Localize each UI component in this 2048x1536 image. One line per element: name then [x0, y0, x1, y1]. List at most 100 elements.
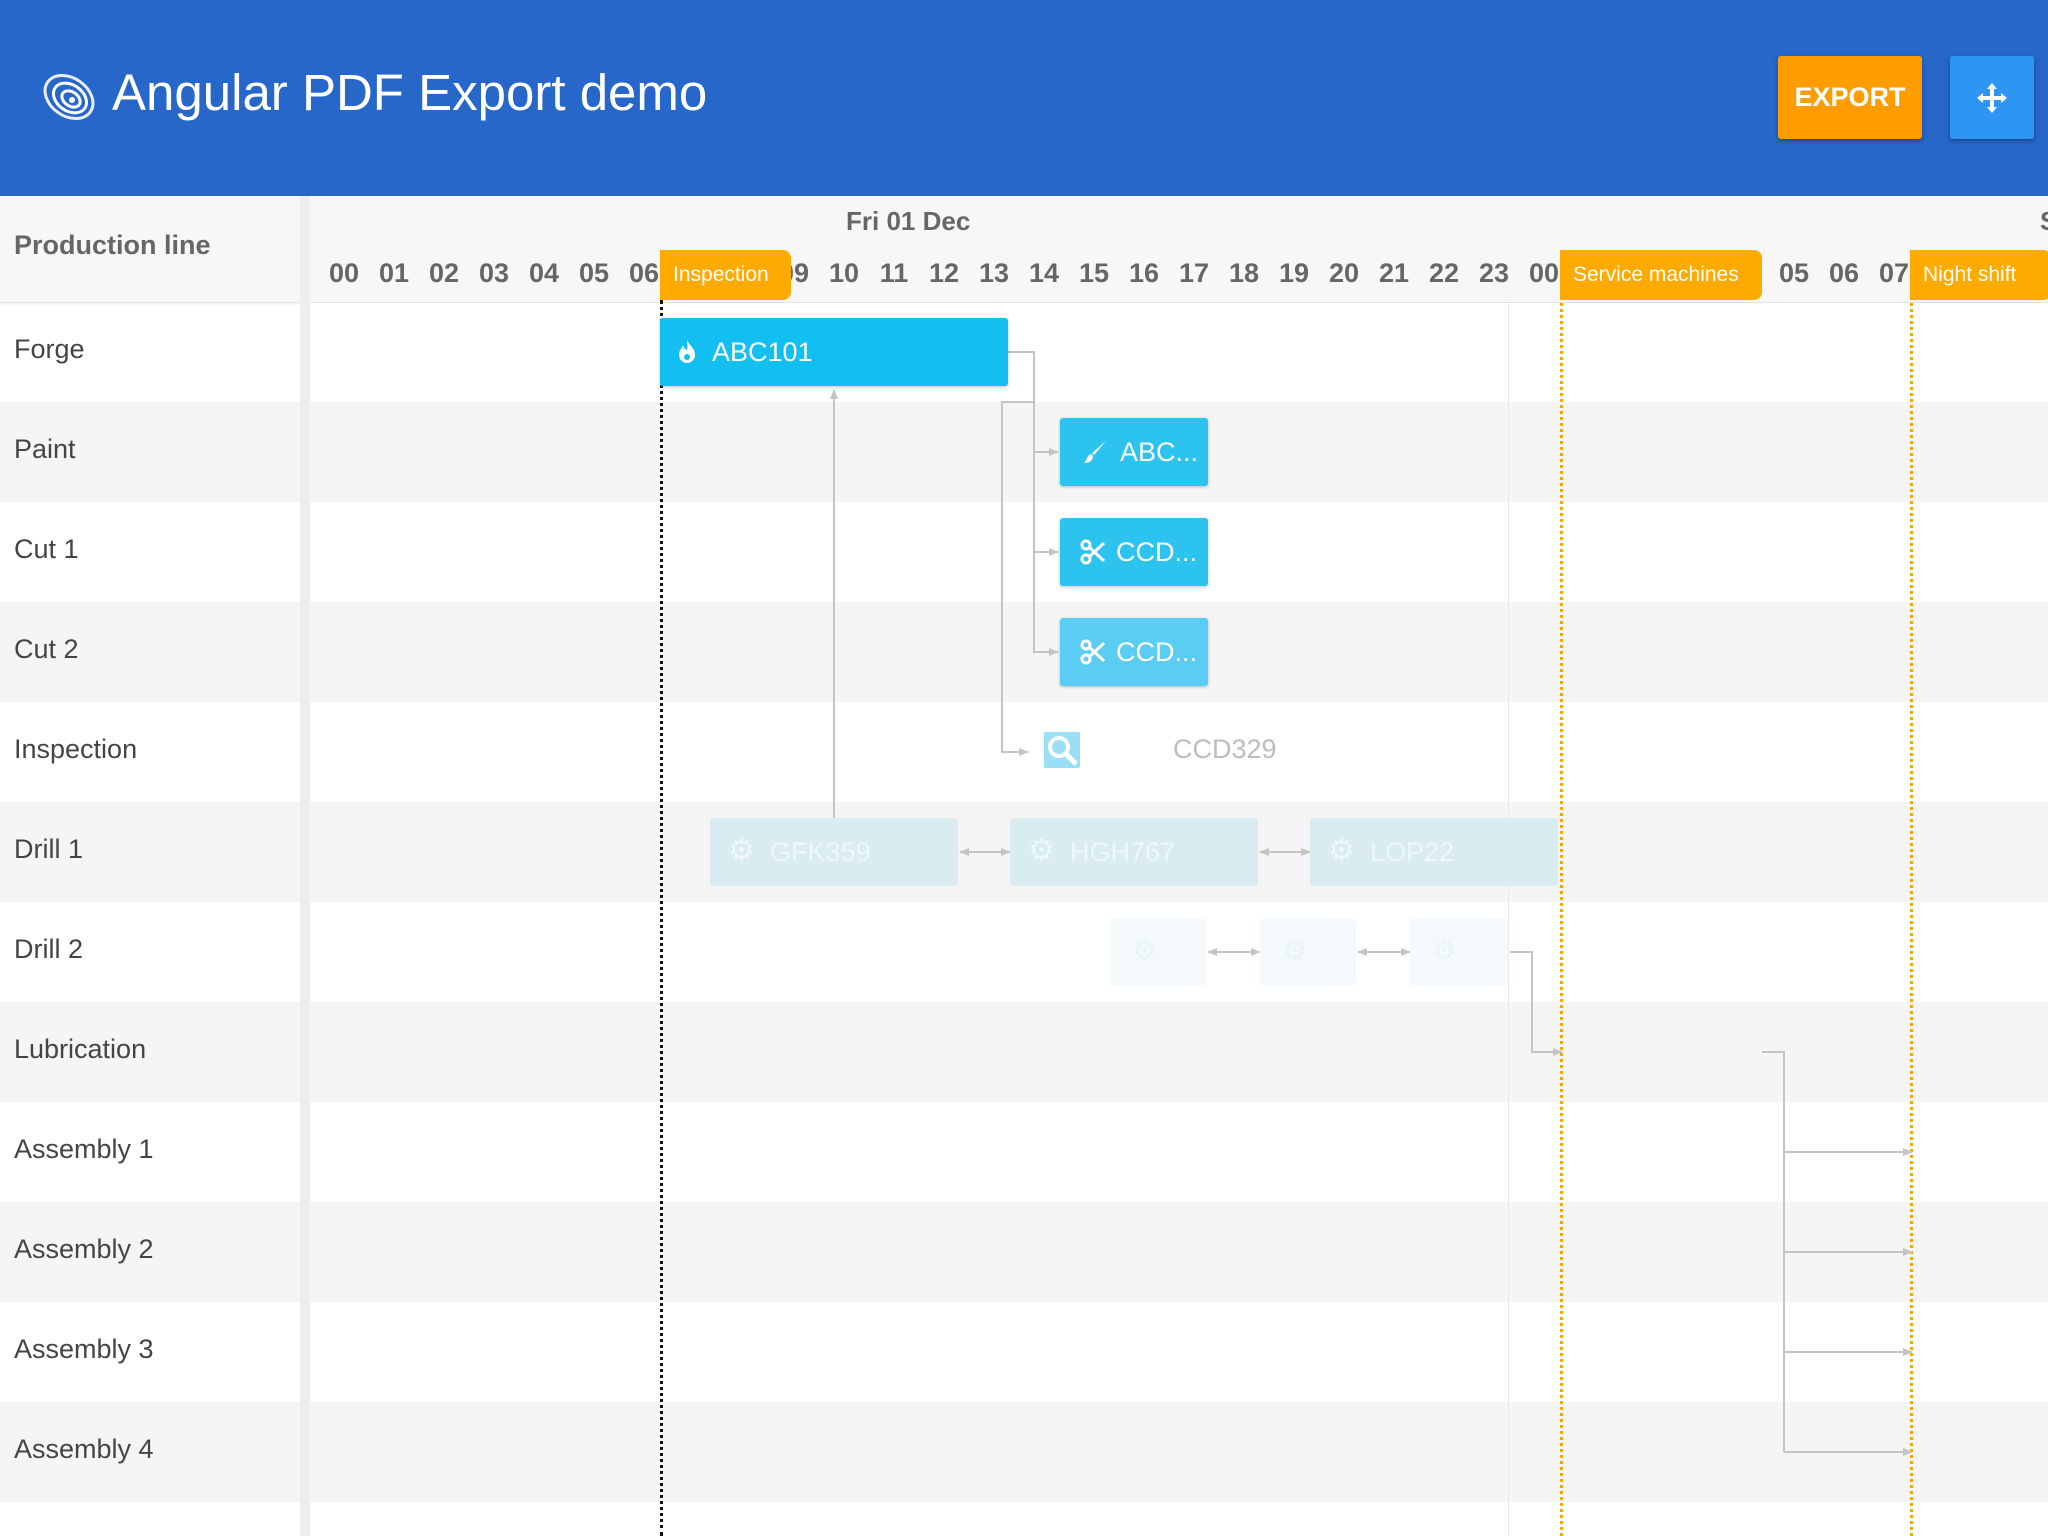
- brush-icon: [1084, 441, 1106, 463]
- row-label: Assembly 3: [14, 1334, 154, 1364]
- grid-row[interactable]: Assembly 1: [0, 1102, 300, 1202]
- hour-tick: 05: [1778, 258, 1810, 288]
- event-lop22[interactable]: ⚙ LOP22: [1310, 818, 1558, 886]
- scissors-icon: [1080, 639, 1106, 665]
- row-label: Forge: [14, 334, 85, 364]
- gear-icon: ⚙: [1432, 935, 1458, 966]
- event-paint[interactable]: ABC...: [1060, 418, 1208, 486]
- gear-icon: ⚙: [1282, 935, 1308, 966]
- row-label: Cut 2: [14, 634, 79, 664]
- hour-tick: 01: [378, 258, 410, 288]
- event-label: LOP22: [1370, 837, 1455, 867]
- event-cut1[interactable]: CCD...: [1060, 518, 1208, 586]
- schedule-row[interactable]: [310, 302, 2048, 402]
- hour-tick: 12: [928, 258, 960, 288]
- zone-line-service-machines: [1560, 250, 1563, 1536]
- row-label: Assembly 2: [14, 1234, 154, 1264]
- hour-tick: 02: [428, 258, 460, 288]
- hour-tick: 10: [828, 258, 860, 288]
- schedule-row[interactable]: [310, 1302, 2048, 1402]
- magnifier-icon: [1048, 736, 1078, 766]
- grid-row[interactable]: Inspection: [0, 702, 300, 802]
- event-cut2[interactable]: CCD...: [1060, 618, 1208, 686]
- zone-tag-night-shift[interactable]: Night shift: [1910, 250, 2048, 300]
- hour-tick: 03: [478, 258, 510, 288]
- event-drill2-b[interactable]: ⚙: [1260, 918, 1356, 986]
- move-arrows-icon: [1977, 82, 2007, 113]
- row-label: Cut 1: [14, 534, 79, 564]
- hour-tick: 13: [978, 258, 1010, 288]
- event-abc101[interactable]: ABC101: [660, 318, 1008, 386]
- event-drill2-c[interactable]: ⚙: [1410, 918, 1508, 986]
- hour-tick: 18: [1228, 258, 1260, 288]
- flame-icon: [679, 340, 695, 363]
- grid-row[interactable]: Assembly 3: [0, 1302, 300, 1402]
- event-label: CCD...: [1116, 537, 1197, 567]
- gear-icon: ⚙: [1028, 834, 1055, 867]
- hour-tick: 05: [578, 258, 610, 288]
- event-label: CCD...: [1116, 637, 1197, 667]
- schedule-row[interactable]: [310, 1002, 2048, 1102]
- scissors-icon: [1080, 539, 1106, 565]
- grid-row[interactable]: Assembly 4: [0, 1402, 300, 1502]
- hour-tick: 22: [1428, 258, 1460, 288]
- event-label: ABC...: [1120, 437, 1199, 467]
- day-divider: [1508, 302, 1509, 1536]
- schedule-row[interactable]: [310, 1102, 2048, 1202]
- grid-splitter[interactable]: [300, 196, 310, 1536]
- zone-tag-inspection[interactable]: Inspection: [660, 250, 791, 300]
- event-label: HGH767: [1070, 837, 1176, 867]
- row-label: Paint: [14, 434, 76, 464]
- row-label: Assembly 4: [14, 1434, 154, 1464]
- app-title: Angular PDF Export demo: [112, 64, 708, 121]
- event-label-inspection: CCD329: [1173, 734, 1277, 764]
- hour-tick: 19: [1278, 258, 1310, 288]
- grid-row[interactable]: Cut 1: [0, 502, 300, 602]
- move-button[interactable]: [1950, 56, 2034, 139]
- row-label: Lubrication: [14, 1034, 147, 1064]
- grid-row[interactable]: Drill 2: [0, 902, 300, 1002]
- swirl-logo-icon: [43, 73, 95, 121]
- hour-tick: 11: [879, 258, 909, 288]
- row-label: Drill 2: [14, 934, 84, 964]
- grid-row[interactable]: Assembly 2: [0, 1202, 300, 1302]
- gear-icon: ⚙: [728, 834, 755, 867]
- column-header-production-line[interactable]: Production line: [14, 230, 211, 261]
- hour-tick: 06: [1828, 258, 1860, 288]
- gear-icon: ⚙: [1132, 935, 1158, 966]
- grid-row[interactable]: Cut 2: [0, 602, 300, 702]
- hour-tick: 16: [1128, 258, 1160, 288]
- current-time-line: [660, 300, 663, 1536]
- app-header: Angular PDF Export demo EXPORT: [0, 0, 2048, 196]
- event-gfk359[interactable]: ⚙ GFK359: [710, 818, 958, 886]
- export-button[interactable]: EXPORT: [1778, 56, 1922, 139]
- row-label: Drill 1: [14, 834, 84, 864]
- schedule-row[interactable]: [310, 1402, 2048, 1502]
- grid-row[interactable]: Forge: [0, 302, 300, 402]
- grid-row[interactable]: Lubrication: [0, 1002, 300, 1102]
- grid-header: Production line: [0, 196, 300, 303]
- grid-row[interactable]: Drill 1: [0, 802, 300, 902]
- grid-row[interactable]: Paint: [0, 402, 300, 502]
- event-drill2-a[interactable]: ⚙: [1110, 918, 1206, 986]
- row-label: Assembly 1: [14, 1134, 154, 1164]
- hour-tick: 17: [1178, 258, 1210, 288]
- hour-tick: 00: [328, 258, 360, 288]
- event-label: GFK359: [770, 837, 871, 867]
- event-inspection[interactable]: [1044, 732, 1080, 768]
- gear-icon: ⚙: [1328, 834, 1355, 867]
- schedule-row[interactable]: [310, 1202, 2048, 1302]
- zone-line-night-shift: [1910, 250, 1913, 1536]
- date-header: Fri 01 Dec: [846, 206, 971, 236]
- row-label: Inspection: [14, 734, 138, 764]
- hour-tick: 14: [1028, 258, 1060, 288]
- hour-tick: 20: [1328, 258, 1360, 288]
- hour-tick: 21: [1378, 258, 1410, 288]
- zone-tag-service-machines[interactable]: Service machines: [1560, 250, 1762, 300]
- event-label: ABC101: [712, 337, 813, 367]
- hour-tick: 23: [1478, 258, 1510, 288]
- time-axis-header: Fri 01 Dec S 000102030405060708091011121…: [310, 196, 2048, 303]
- production-line-grid: Production line Forge Paint Cut 1 Cut 2 …: [0, 196, 300, 1536]
- hour-tick: 15: [1078, 258, 1110, 288]
- event-hgh767[interactable]: ⚙ HGH767: [1010, 818, 1258, 886]
